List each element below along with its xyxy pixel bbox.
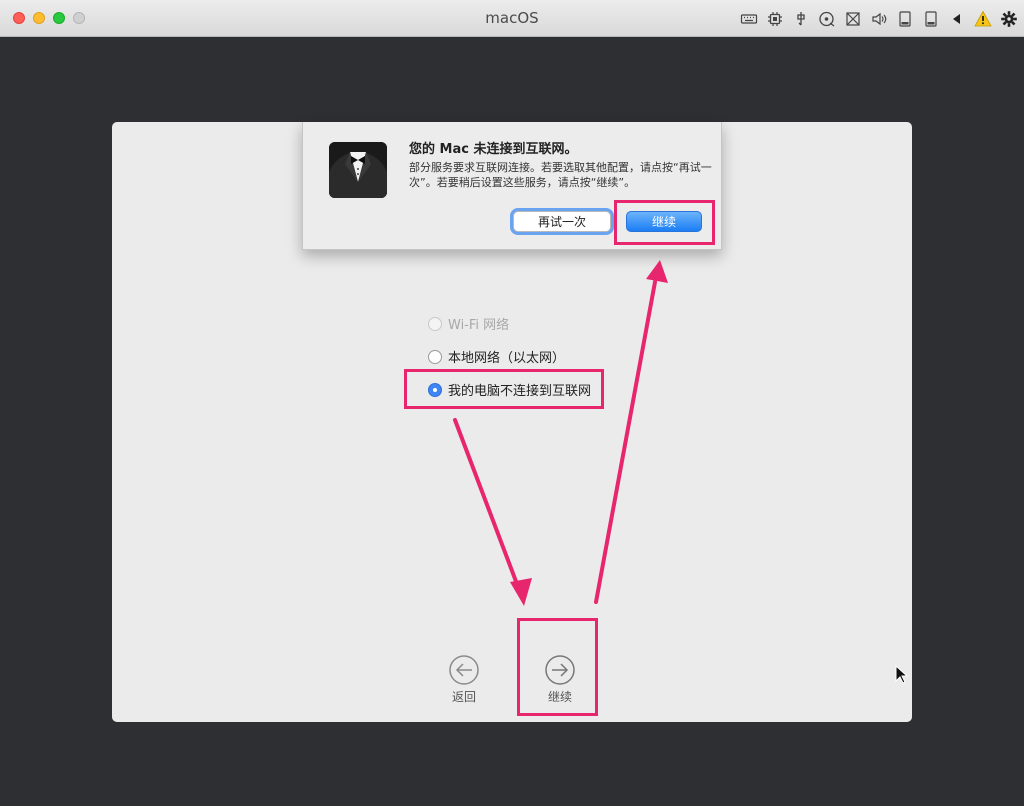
disc-icon[interactable] <box>818 10 836 28</box>
speaker-icon[interactable] <box>870 10 888 28</box>
radio-wifi <box>428 316 442 331</box>
hard-disk-icon[interactable] <box>922 10 940 28</box>
highlight-continue-nav <box>517 618 598 716</box>
gear-icon[interactable] <box>1000 10 1018 28</box>
keyboard-icon[interactable] <box>740 10 758 28</box>
usb-icon[interactable] <box>792 10 810 28</box>
back-label: 返回 <box>451 690 476 704</box>
play-back-icon[interactable] <box>948 10 966 28</box>
highlight-no-internet-option <box>404 369 604 409</box>
hard-disk-icon[interactable] <box>896 10 914 28</box>
retry-button[interactable]: 再试一次 <box>513 211 611 232</box>
mouse-cursor-icon <box>895 665 909 684</box>
network-disabled-icon[interactable] <box>844 10 862 28</box>
option-label: Wi-Fi 网络 <box>448 318 510 333</box>
highlight-alert-continue <box>614 200 715 245</box>
vm-status-tray <box>732 8 1018 30</box>
warning-icon[interactable] <box>974 10 992 28</box>
option-label: 本地网络（以太网） <box>448 351 566 366</box>
alert-message: 部分服务要求互联网连接。若要选取其他配置，请点按“再试一次”。若要稍后设置这些服… <box>409 161 712 189</box>
butler-tuxedo-icon <box>329 142 387 198</box>
radio-ethernet[interactable] <box>428 349 442 364</box>
option-ethernet-network[interactable]: 本地网络（以太网） <box>428 347 565 366</box>
window-title-bar: macOS <box>0 0 1024 37</box>
back-button[interactable]: 返回 <box>434 654 494 705</box>
arrow-left-circle-icon <box>449 655 479 685</box>
cpu-icon[interactable] <box>766 10 784 28</box>
alert-title: 您的 Mac 未连接到互联网。 <box>409 142 578 157</box>
option-wifi-network: Wi-Fi 网络 <box>428 314 509 333</box>
